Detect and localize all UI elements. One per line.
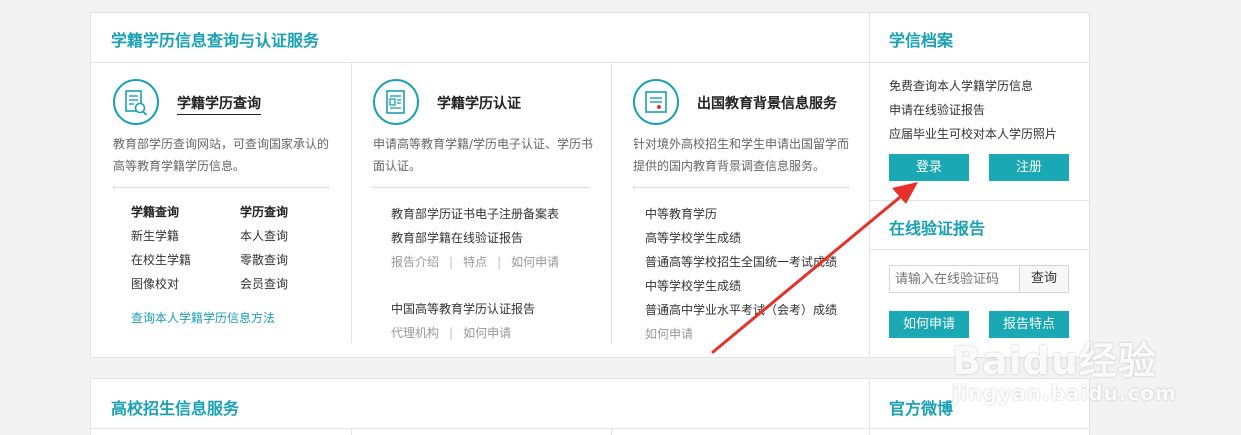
grid-heading-xueli[interactable]: 学历查询 — [240, 203, 288, 220]
service-title[interactable]: 出国教育背景信息服务 — [697, 93, 837, 113]
side-feature-text: 免费查询本人学籍学历信息 — [889, 79, 1034, 93]
grid-link[interactable]: 新生学籍 — [131, 227, 179, 244]
divider — [870, 62, 1089, 63]
column-separator — [351, 429, 352, 435]
auth-link[interactable]: 教育部学籍在线验证报告 — [391, 229, 523, 246]
service-abroad-background: 出国教育背景信息服务 针对境外高校招生和学生申请出国留学而提供的国内教育背景调查… — [611, 63, 871, 357]
panel-title: 高校招生信息服务 — [111, 399, 240, 418]
method-link[interactable]: 查询本人学籍学历信息方法 — [131, 309, 275, 326]
login-button[interactable]: 登录 — [889, 154, 969, 181]
abroad-link[interactable]: 中等学校学生成绩 — [645, 277, 741, 294]
how-apply-link[interactable]: 如何申请 — [463, 326, 511, 340]
diploma-icon — [633, 79, 679, 125]
side-feature-text: 申请在线验证报告 — [889, 103, 986, 117]
report-meta-links: 报告介绍 | 特点 | 如何申请 — [391, 253, 559, 270]
service-xueli-auth: 学籍学历认证 申请高等教育学籍/学历电子认证、学历书面认证。 教育部学历证书电子… — [351, 63, 611, 357]
separator: | — [449, 255, 454, 269]
abroad-link[interactable]: 普通高等学校招生全国统一考试成绩 — [645, 253, 837, 270]
dotted-divider — [113, 187, 329, 188]
auth-link[interactable]: 教育部学历证书电子注册备案表 — [391, 205, 559, 222]
auth-link[interactable]: 中国高等教育学历认证报告 — [391, 300, 535, 317]
verify-code-input[interactable] — [889, 265, 1020, 293]
dotted-divider — [373, 187, 589, 188]
separator: | — [449, 326, 454, 340]
how-apply-link[interactable]: 如何申请 — [645, 325, 693, 342]
agency-meta-links: 代理机构 | 如何申请 — [391, 324, 511, 341]
dotted-divider — [633, 187, 849, 188]
watermark-logo-text: Baidu经验 — [952, 339, 1157, 383]
admission-info-panel: 高校招生信息服务 — [90, 378, 870, 435]
grid-heading-xueji[interactable]: 学籍查询 — [131, 203, 179, 220]
watermark-url: jingyan.baidu.com — [952, 381, 1177, 405]
report-intro-link[interactable]: 报告介绍 — [391, 255, 439, 269]
side-title: 学信档案 — [889, 31, 954, 50]
features-link[interactable]: 特点 — [463, 255, 487, 269]
abroad-link[interactable]: 中等教育学历 — [645, 205, 717, 222]
register-button[interactable]: 注册 — [989, 154, 1069, 181]
service-description: 申请高等教育学籍/学历电子认证、学历书面认证。 — [373, 137, 594, 173]
separator: | — [497, 255, 502, 269]
xuexin-archive-panel: 学信档案 免费查询本人学籍学历信息 申请在线验证报告 应届毕业生可校对本人学历照… — [869, 12, 1090, 358]
service-description: 教育部学历查询网站，可查询国家承认的高等教育学籍学历信息。 — [113, 137, 330, 173]
grid-link[interactable]: 图像校对 — [131, 275, 179, 292]
panel-title: 学籍学历信息查询与认证服务 — [111, 31, 320, 50]
divider — [870, 428, 1089, 429]
column-separator — [611, 429, 612, 435]
query-button[interactable]: 查询 — [1019, 265, 1069, 293]
weibo-title: 官方微博 — [889, 399, 954, 418]
service-description: 针对境外高校招生和学生申请出国留学而提供的国内教育背景调查信息服务。 — [633, 137, 850, 173]
service-panel: 学籍学历信息查询与认证服务 学籍学历查询 教育部学历查询网站，可查询国家承认的高… — [90, 12, 870, 358]
divider — [870, 200, 1089, 201]
service-title[interactable]: 学籍学历查询 — [177, 93, 261, 115]
abroad-link[interactable]: 高等学校学生成绩 — [645, 229, 741, 246]
abroad-link[interactable]: 普通高中学业水平考试（会考）成绩 — [645, 301, 837, 318]
divider — [91, 428, 869, 429]
verify-report-title: 在线验证报告 — [889, 219, 986, 238]
grid-link[interactable]: 会员查询 — [240, 275, 288, 292]
document-search-icon — [113, 79, 159, 125]
baidu-watermark: Baidu经验 jingyan.baidu.com — [952, 330, 1177, 405]
how-apply-link[interactable]: 如何申请 — [511, 255, 559, 269]
grid-link[interactable]: 零散查询 — [240, 251, 288, 268]
side-feature-text: 应届毕业生可校对本人学历照片 — [889, 127, 1058, 141]
grid-link[interactable]: 在校生学籍 — [131, 251, 191, 268]
agency-link[interactable]: 代理机构 — [391, 326, 439, 340]
divider — [870, 249, 1089, 250]
service-title[interactable]: 学籍学历认证 — [437, 93, 521, 113]
service-xueli-query: 学籍学历查询 教育部学历查询网站，可查询国家承认的高等教育学籍学历信息。 学籍查… — [91, 63, 351, 357]
grid-link[interactable]: 本人查询 — [240, 227, 288, 244]
certificate-icon — [373, 79, 419, 125]
